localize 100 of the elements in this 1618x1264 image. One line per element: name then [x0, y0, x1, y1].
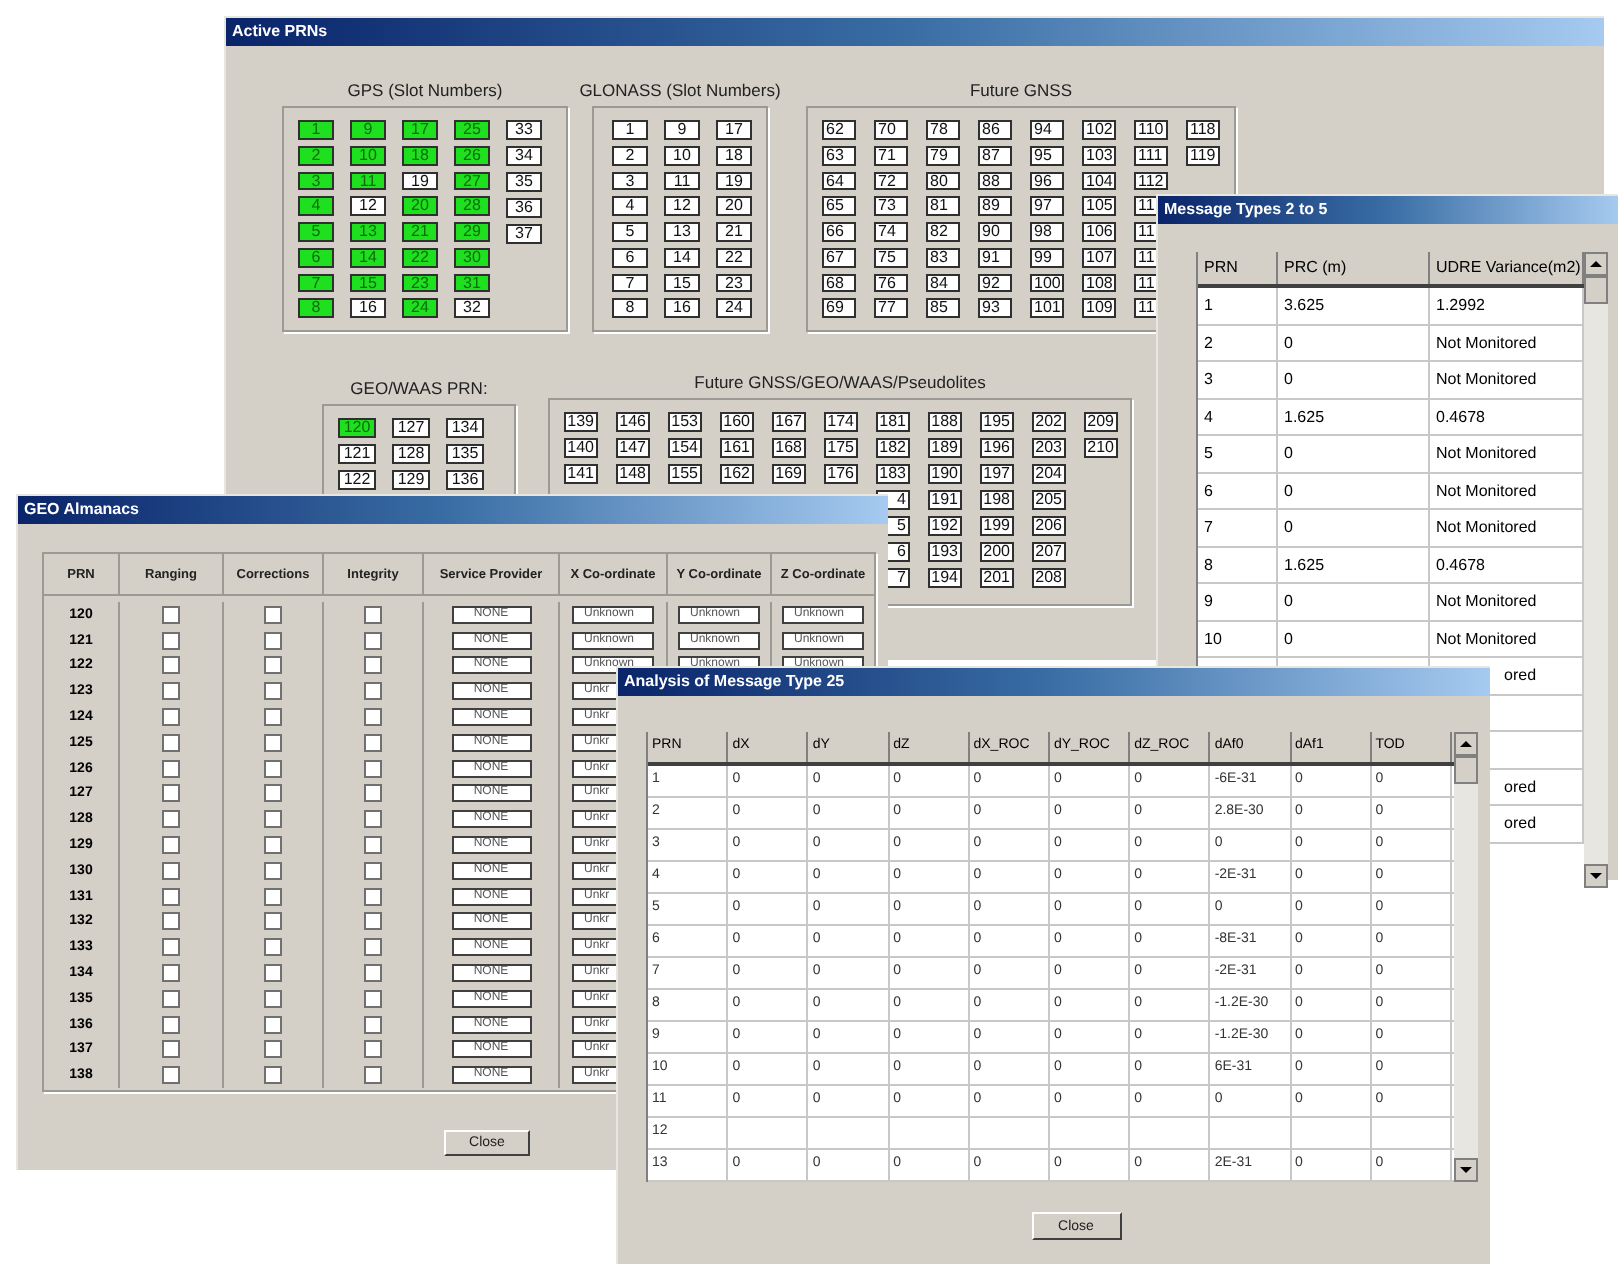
prn-cell: 84	[926, 273, 960, 293]
table-cell: Not Monitored	[1436, 629, 1537, 647]
checkbox[interactable]	[264, 861, 282, 880]
prn-cell: 71	[874, 145, 908, 165]
checkbox[interactable]	[364, 912, 382, 931]
prn-cell: 21	[716, 222, 752, 242]
prn-cell: 1	[298, 120, 334, 140]
checkbox[interactable]	[264, 605, 282, 624]
prn-cell: 111	[1134, 145, 1168, 165]
checkbox[interactable]	[264, 682, 282, 701]
prn-cell: 102	[1082, 120, 1116, 140]
checkbox[interactable]	[364, 938, 382, 957]
prn-cell: 136	[446, 470, 484, 490]
scroll-thumb[interactable]	[1584, 276, 1608, 304]
checkbox[interactable]	[162, 759, 180, 778]
prn-cell: 100	[1030, 273, 1064, 293]
checkbox[interactable]	[264, 1015, 282, 1034]
checkbox[interactable]	[162, 861, 180, 880]
table-cell: 8	[1204, 555, 1213, 573]
prn-cell: 210	[1084, 438, 1118, 458]
table-cell: Not Monitored	[1436, 481, 1537, 499]
checkbox[interactable]	[162, 964, 180, 983]
checkbox[interactable]	[264, 938, 282, 957]
checkbox[interactable]	[162, 1040, 180, 1059]
prn-cell: 21	[402, 222, 438, 242]
checkbox[interactable]	[162, 912, 180, 931]
checkbox[interactable]	[364, 1015, 382, 1034]
checkbox[interactable]	[364, 810, 382, 829]
checkbox[interactable]	[162, 682, 180, 701]
prn-cell: 16	[664, 298, 700, 318]
prn-cell: 32	[454, 298, 490, 318]
checkbox[interactable]	[264, 989, 282, 1008]
checkbox[interactable]	[162, 1066, 180, 1085]
checkbox[interactable]	[264, 810, 282, 829]
prn-cell: 13	[664, 222, 700, 242]
scroll-thumb[interactable]	[1454, 756, 1478, 784]
checkbox[interactable]	[264, 887, 282, 906]
table-cell: 0	[1284, 481, 1293, 499]
window-title: Analysis of Message Type 25	[618, 668, 1490, 696]
prn-cell: 104	[1082, 171, 1116, 191]
prn-cell: 110	[1134, 120, 1168, 140]
checkbox[interactable]	[364, 631, 382, 650]
scrollbar[interactable]	[1584, 252, 1608, 888]
checkbox[interactable]	[364, 964, 382, 983]
checkbox[interactable]	[364, 989, 382, 1008]
checkbox[interactable]	[364, 887, 382, 906]
table-cell: Not Monitored	[1436, 370, 1537, 388]
prn-cell: 109	[1082, 298, 1116, 318]
checkbox[interactable]	[364, 605, 382, 624]
prn-cell: 26	[454, 145, 490, 165]
checkbox[interactable]	[162, 810, 180, 829]
checkbox[interactable]	[364, 708, 382, 727]
checkbox[interactable]	[364, 1066, 382, 1085]
checkbox[interactable]	[162, 631, 180, 650]
prn-cell: 167	[772, 412, 806, 432]
checkbox[interactable]	[364, 836, 382, 855]
checkbox[interactable]	[162, 733, 180, 752]
checkbox[interactable]	[364, 1040, 382, 1059]
checkbox[interactable]	[364, 759, 382, 778]
checkbox[interactable]	[264, 784, 282, 803]
table-cell: 10	[1204, 629, 1222, 647]
checkbox[interactable]	[264, 759, 282, 778]
checkbox[interactable]	[264, 964, 282, 983]
checkbox[interactable]	[264, 631, 282, 650]
checkbox[interactable]	[364, 733, 382, 752]
checkbox[interactable]	[162, 1015, 180, 1034]
checkbox[interactable]	[162, 887, 180, 906]
checkbox[interactable]	[162, 938, 180, 957]
table-cell: 5	[1204, 444, 1213, 462]
checkbox[interactable]	[264, 912, 282, 931]
column-header[interactable]: PRC (m)	[1278, 252, 1430, 284]
checkbox[interactable]	[162, 708, 180, 727]
checkbox[interactable]	[364, 682, 382, 701]
scrollbar[interactable]	[1454, 732, 1478, 1182]
checkbox[interactable]	[364, 861, 382, 880]
checkbox[interactable]	[364, 784, 382, 803]
checkbox[interactable]	[264, 708, 282, 727]
checkbox[interactable]	[364, 656, 382, 675]
checkbox[interactable]	[162, 836, 180, 855]
table-cell: 6	[1204, 481, 1213, 499]
prn-cell: 22	[402, 247, 438, 267]
prn-cell: 91	[978, 247, 1012, 267]
checkbox[interactable]	[162, 605, 180, 624]
checkbox[interactable]	[264, 656, 282, 675]
prn-cell: 155	[668, 464, 702, 484]
column-header[interactable]: PRN	[1198, 252, 1278, 284]
prn-cell: 4	[298, 196, 334, 216]
prn-cell: 209	[1084, 412, 1118, 432]
checkbox[interactable]	[162, 784, 180, 803]
prn-cell: 70	[874, 120, 908, 140]
prn-cell: 63	[822, 145, 856, 165]
checkbox[interactable]	[264, 1040, 282, 1059]
checkbox[interactable]	[264, 1066, 282, 1085]
prn-cell: 194	[928, 568, 962, 588]
prn-cell: 192	[928, 516, 962, 536]
checkbox[interactable]	[264, 733, 282, 752]
checkbox[interactable]	[264, 836, 282, 855]
table-cell: Not Monitored	[1436, 444, 1537, 462]
checkbox[interactable]	[162, 656, 180, 675]
checkbox[interactable]	[162, 989, 180, 1008]
